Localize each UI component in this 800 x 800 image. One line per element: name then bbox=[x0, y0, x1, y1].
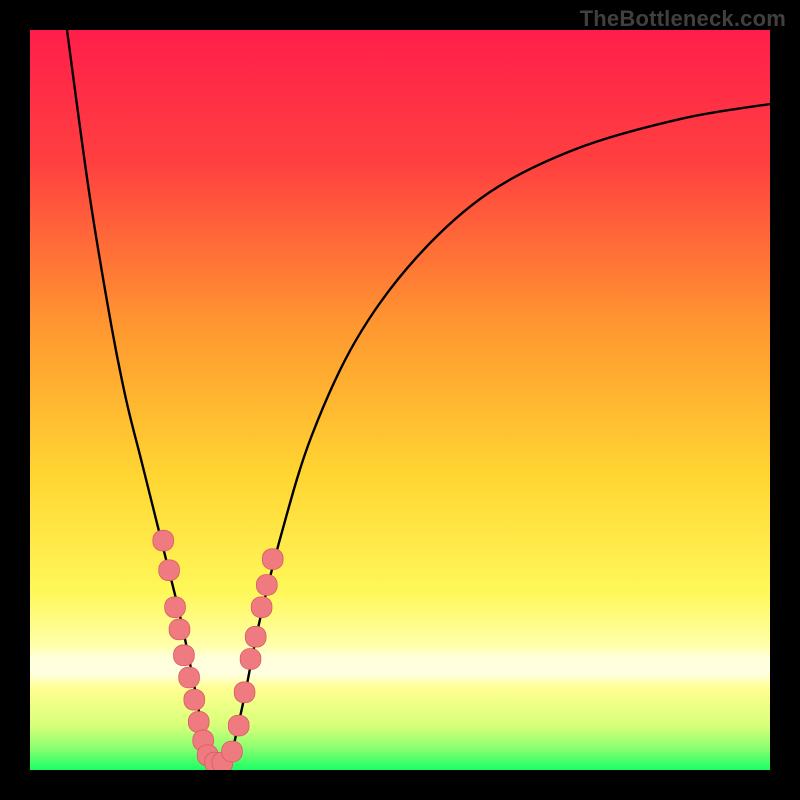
data-marker bbox=[184, 689, 205, 710]
data-marker bbox=[222, 741, 243, 762]
plot-area bbox=[30, 30, 770, 770]
watermark-text: TheBottleneck.com bbox=[580, 6, 786, 32]
data-marker bbox=[188, 712, 209, 733]
data-marker bbox=[228, 715, 249, 736]
data-marker bbox=[245, 626, 266, 647]
data-markers bbox=[153, 530, 283, 770]
data-marker bbox=[179, 667, 200, 688]
data-marker bbox=[256, 575, 277, 596]
curve-right-branch bbox=[230, 104, 770, 763]
data-marker bbox=[251, 597, 272, 618]
data-marker bbox=[165, 597, 186, 618]
data-marker bbox=[159, 560, 180, 581]
data-marker bbox=[153, 530, 174, 551]
chart-frame: TheBottleneck.com bbox=[0, 0, 800, 800]
data-marker bbox=[169, 619, 190, 640]
data-marker bbox=[262, 549, 283, 570]
data-marker bbox=[240, 649, 261, 670]
curve-layer bbox=[30, 30, 770, 770]
data-marker bbox=[234, 682, 255, 703]
data-marker bbox=[174, 645, 195, 666]
